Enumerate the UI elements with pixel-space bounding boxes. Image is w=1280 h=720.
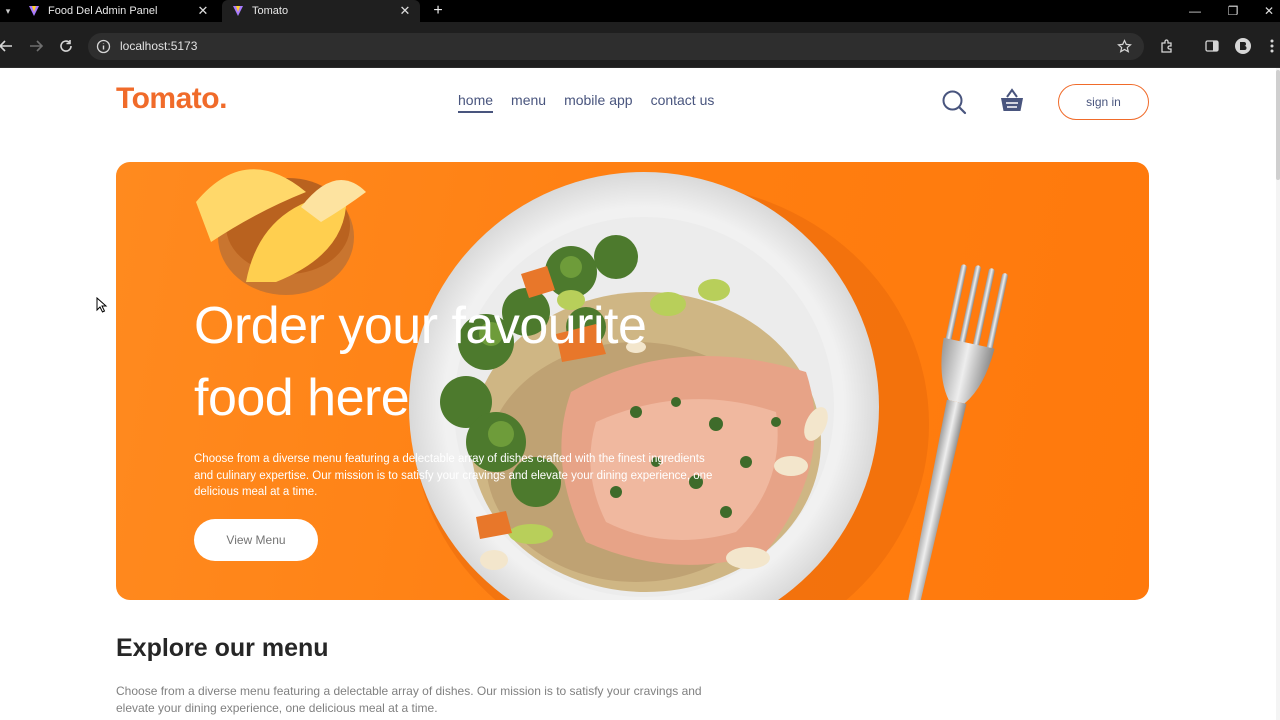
address-bar[interactable]: localhost:5173: [88, 33, 1144, 60]
tab-title: Tomato: [252, 5, 289, 17]
browser-toolbar: localhost:5173: [0, 22, 1280, 68]
url-text[interactable]: localhost:5173: [120, 33, 197, 60]
search-icon[interactable]: [941, 89, 967, 115]
forward-arrow-icon[interactable]: [26, 36, 46, 56]
nav-mobile-app[interactable]: mobile app: [564, 92, 633, 113]
nav-menu[interactable]: menu: [511, 92, 546, 113]
tab-close-icon[interactable]: ✕: [396, 3, 414, 19]
minimize-icon[interactable]: —: [1176, 0, 1214, 22]
scrollbar-thumb[interactable]: [1276, 70, 1280, 180]
nav-home[interactable]: home: [458, 92, 494, 113]
hero-description: Choose from a diverse menu featuring a d…: [194, 453, 713, 498]
star-icon[interactable]: [1117, 39, 1132, 54]
site-info-icon[interactable]: [96, 39, 111, 54]
explore-menu-heading: Explore our menu: [116, 634, 329, 662]
profile-icon[interactable]: [1233, 36, 1253, 56]
nav-contact-us[interactable]: contact us: [651, 92, 715, 113]
mouse-cursor-icon: [96, 297, 108, 313]
back-arrow-icon[interactable]: [0, 36, 16, 56]
tab-close-icon[interactable]: ✕: [194, 3, 212, 19]
explore-menu-description: Choose from a diverse menu featuring a d…: [116, 684, 702, 715]
main-nav: home menu mobile app contact us: [458, 92, 714, 113]
browser-tab-bar: ▾ Food Del Admin Panel ✕ Tomato ✕ + — ❐ …: [0, 0, 1280, 22]
tab-search-icon[interactable]: ▾: [0, 0, 16, 22]
side-panel-icon[interactable]: [1202, 36, 1222, 56]
vite-favicon-icon: [29, 6, 39, 16]
hero-title: Order your favourite food here: [194, 297, 647, 427]
tab-title: Food Del Admin Panel: [48, 5, 158, 17]
extensions-icon[interactable]: [1157, 36, 1177, 56]
kebab-menu-icon[interactable]: [1262, 36, 1280, 56]
window-close-icon[interactable]: ✕: [1250, 0, 1280, 22]
tab-tomato[interactable]: Tomato ✕: [222, 0, 420, 22]
reload-icon[interactable]: [56, 36, 76, 56]
site-logo[interactable]: Tomato.: [116, 82, 227, 116]
new-tab-plus-icon[interactable]: +: [428, 0, 448, 22]
restore-icon[interactable]: ❐: [1214, 0, 1252, 22]
sign-in-button[interactable]: sign in: [1058, 84, 1149, 120]
hero-banner: Order your favourite food here Choose fr…: [116, 162, 1149, 600]
tab-food-del-admin[interactable]: Food Del Admin Panel ✕: [18, 0, 218, 22]
vite-favicon-icon: [233, 6, 243, 16]
view-menu-button[interactable]: View Menu: [194, 519, 318, 561]
basket-icon[interactable]: [998, 87, 1026, 115]
